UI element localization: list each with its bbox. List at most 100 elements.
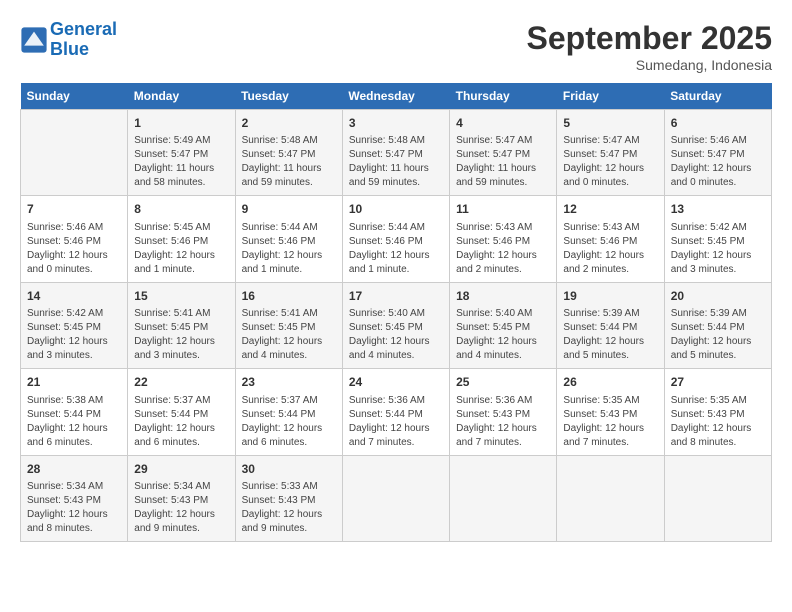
day-info: Sunrise: 5:39 AM Sunset: 5:44 PM Dayligh… (671, 307, 765, 363)
day-info: Sunrise: 5:44 AM Sunset: 5:46 PM Dayligh… (349, 221, 443, 277)
calendar-week-row: 21Sunrise: 5:38 AM Sunset: 5:44 PM Dayli… (21, 369, 772, 455)
calendar-cell: 12 Sunrise: 5:43 AM Sunset: 5:46 PM Dayli… (557, 196, 664, 282)
day-info: Sunrise: 5:41 AM Sunset: 5:45 PM Dayligh… (134, 307, 228, 363)
calendar-cell: 22 Sunrise: 5:37 AM Sunset: 5:44 PM Dayli… (128, 369, 235, 455)
calendar-week-row: 1Sunrise: 5:49 AM Sunset: 5:47 PM Daylig… (21, 110, 772, 196)
logo-line2: Blue (50, 39, 89, 59)
day-info: Sunrise: 5:35 AM Sunset: 5:43 PM Dayligh… (671, 394, 765, 450)
calendar-cell: 8 Sunrise: 5:45 AM Sunset: 5:46 PM Daylig… (128, 196, 235, 282)
calendar-week-row: 7 Sunrise: 5:46 AM Sunset: 5:46 PM Daylig… (21, 196, 772, 282)
day-info: Sunrise: 5:49 AM Sunset: 5:47 PM Dayligh… (134, 134, 228, 190)
day-info: Sunrise: 5:34 AM Sunset: 5:43 PM Dayligh… (134, 480, 228, 536)
calendar-week-row: 14 Sunrise: 5:42 AM Sunset: 5:45 PM Dayli… (21, 282, 772, 368)
day-header-tuesday: Tuesday (235, 83, 342, 110)
day-number: 6 (671, 115, 765, 132)
day-info: Sunrise: 5:39 AM Sunset: 5:44 PM Dayligh… (563, 307, 657, 363)
day-number: 18 (456, 288, 550, 305)
day-info: Sunrise: 5:42 AM Sunset: 5:45 PM Dayligh… (27, 307, 121, 363)
day-info: Sunrise: 5:34 AM Sunset: 5:43 PM Dayligh… (27, 480, 121, 536)
calendar-cell: 30 Sunrise: 5:33 AM Sunset: 5:43 PM Dayli… (235, 455, 342, 541)
calendar-cell: 10 Sunrise: 5:44 AM Sunset: 5:46 PM Dayli… (342, 196, 449, 282)
day-header-wednesday: Wednesday (342, 83, 449, 110)
calendar-cell (450, 455, 557, 541)
day-info: Sunrise: 5:47 AM Sunset: 5:47 PM Dayligh… (563, 134, 657, 190)
calendar-cell: 29 Sunrise: 5:34 AM Sunset: 5:43 PM Dayli… (128, 455, 235, 541)
day-number: 20 (671, 288, 765, 305)
day-number: 12 (563, 201, 657, 218)
day-number: 7 (27, 201, 121, 218)
calendar-cell: 17 Sunrise: 5:40 AM Sunset: 5:45 PM Dayli… (342, 282, 449, 368)
day-info: Sunrise: 5:44 AM Sunset: 5:46 PM Dayligh… (242, 221, 336, 277)
calendar-cell: 16Sunrise: 5:41 AM Sunset: 5:45 PM Dayli… (235, 282, 342, 368)
calendar-cell (342, 455, 449, 541)
logo-icon (20, 26, 48, 54)
calendar-cell: 28 Sunrise: 5:34 AM Sunset: 5:43 PM Dayli… (21, 455, 128, 541)
calendar-cell: 2 Sunrise: 5:48 AM Sunset: 5:47 PM Daylig… (235, 110, 342, 196)
day-number: 30 (242, 461, 336, 478)
page-header: General Blue September 2025 Sumedang, In… (20, 20, 772, 73)
day-header-saturday: Saturday (664, 83, 771, 110)
calendar-cell: 21Sunrise: 5:38 AM Sunset: 5:44 PM Dayli… (21, 369, 128, 455)
day-info: Sunrise: 5:36 AM Sunset: 5:44 PM Dayligh… (349, 394, 443, 450)
day-number: 8 (134, 201, 228, 218)
day-number: 22 (134, 374, 228, 391)
day-info: Sunrise: 5:33 AM Sunset: 5:43 PM Dayligh… (242, 480, 336, 536)
day-info: Sunrise: 5:35 AM Sunset: 5:43 PM Dayligh… (563, 394, 657, 450)
day-info: Sunrise: 5:40 AM Sunset: 5:45 PM Dayligh… (456, 307, 550, 363)
calendar-cell: 24 Sunrise: 5:36 AM Sunset: 5:44 PM Dayli… (342, 369, 449, 455)
calendar-cell (557, 455, 664, 541)
day-info: Sunrise: 5:43 AM Sunset: 5:46 PM Dayligh… (563, 221, 657, 277)
calendar-cell: 23Sunrise: 5:37 AM Sunset: 5:44 PM Dayli… (235, 369, 342, 455)
day-number: 26 (563, 374, 657, 391)
calendar-cell: 27 Sunrise: 5:35 AM Sunset: 5:43 PM Dayli… (664, 369, 771, 455)
day-number: 3 (349, 115, 443, 132)
day-number: 13 (671, 201, 765, 218)
day-number: 25 (456, 374, 550, 391)
logo-text: General Blue (50, 20, 117, 60)
day-number: 17 (349, 288, 443, 305)
location: Sumedang, Indonesia (527, 57, 772, 73)
day-info: Sunrise: 5:46 AM Sunset: 5:47 PM Dayligh… (671, 134, 765, 190)
day-info: Sunrise: 5:37 AM Sunset: 5:44 PM Dayligh… (242, 394, 336, 450)
calendar-cell: 18 Sunrise: 5:40 AM Sunset: 5:45 PM Dayli… (450, 282, 557, 368)
day-number: 27 (671, 374, 765, 391)
logo: General Blue (20, 20, 117, 60)
day-info: Sunrise: 5:37 AM Sunset: 5:44 PM Dayligh… (134, 394, 228, 450)
day-number: 15 (134, 288, 228, 305)
calendar-header-row: SundayMondayTuesdayWednesdayThursdayFrid… (21, 83, 772, 110)
day-info: Sunrise: 5:47 AM Sunset: 5:47 PM Dayligh… (456, 134, 550, 190)
calendar-cell: 19 Sunrise: 5:39 AM Sunset: 5:44 PM Dayli… (557, 282, 664, 368)
calendar-week-row: 28 Sunrise: 5:34 AM Sunset: 5:43 PM Dayli… (21, 455, 772, 541)
day-info: Sunrise: 5:45 AM Sunset: 5:46 PM Dayligh… (134, 221, 228, 277)
day-info: Sunrise: 5:48 AM Sunset: 5:47 PM Dayligh… (242, 134, 336, 190)
calendar-cell: 1Sunrise: 5:49 AM Sunset: 5:47 PM Daylig… (128, 110, 235, 196)
day-number: 21 (27, 374, 121, 391)
calendar-cell: 5Sunrise: 5:47 AM Sunset: 5:47 PM Daylig… (557, 110, 664, 196)
calendar-cell (664, 455, 771, 541)
calendar-cell: 7 Sunrise: 5:46 AM Sunset: 5:46 PM Daylig… (21, 196, 128, 282)
day-number: 14 (27, 288, 121, 305)
day-header-thursday: Thursday (450, 83, 557, 110)
day-info: Sunrise: 5:43 AM Sunset: 5:46 PM Dayligh… (456, 221, 550, 277)
day-number: 4 (456, 115, 550, 132)
day-number: 10 (349, 201, 443, 218)
day-header-monday: Monday (128, 83, 235, 110)
calendar-cell: 9Sunrise: 5:44 AM Sunset: 5:46 PM Daylig… (235, 196, 342, 282)
day-number: 19 (563, 288, 657, 305)
calendar-cell: 11 Sunrise: 5:43 AM Sunset: 5:46 PM Dayli… (450, 196, 557, 282)
day-info: Sunrise: 5:36 AM Sunset: 5:43 PM Dayligh… (456, 394, 550, 450)
day-number: 29 (134, 461, 228, 478)
logo-line1: General (50, 19, 117, 39)
calendar-cell (21, 110, 128, 196)
day-number: 2 (242, 115, 336, 132)
day-number: 24 (349, 374, 443, 391)
day-number: 28 (27, 461, 121, 478)
month-title: September 2025 (527, 20, 772, 57)
day-info: Sunrise: 5:46 AM Sunset: 5:46 PM Dayligh… (27, 221, 121, 277)
day-number: 11 (456, 201, 550, 218)
day-info: Sunrise: 5:40 AM Sunset: 5:45 PM Dayligh… (349, 307, 443, 363)
calendar-cell: 25 Sunrise: 5:36 AM Sunset: 5:43 PM Dayli… (450, 369, 557, 455)
calendar-cell: 13Sunrise: 5:42 AM Sunset: 5:45 PM Dayli… (664, 196, 771, 282)
calendar-cell: 4 Sunrise: 5:47 AM Sunset: 5:47 PM Daylig… (450, 110, 557, 196)
calendar-cell: 3Sunrise: 5:48 AM Sunset: 5:47 PM Daylig… (342, 110, 449, 196)
